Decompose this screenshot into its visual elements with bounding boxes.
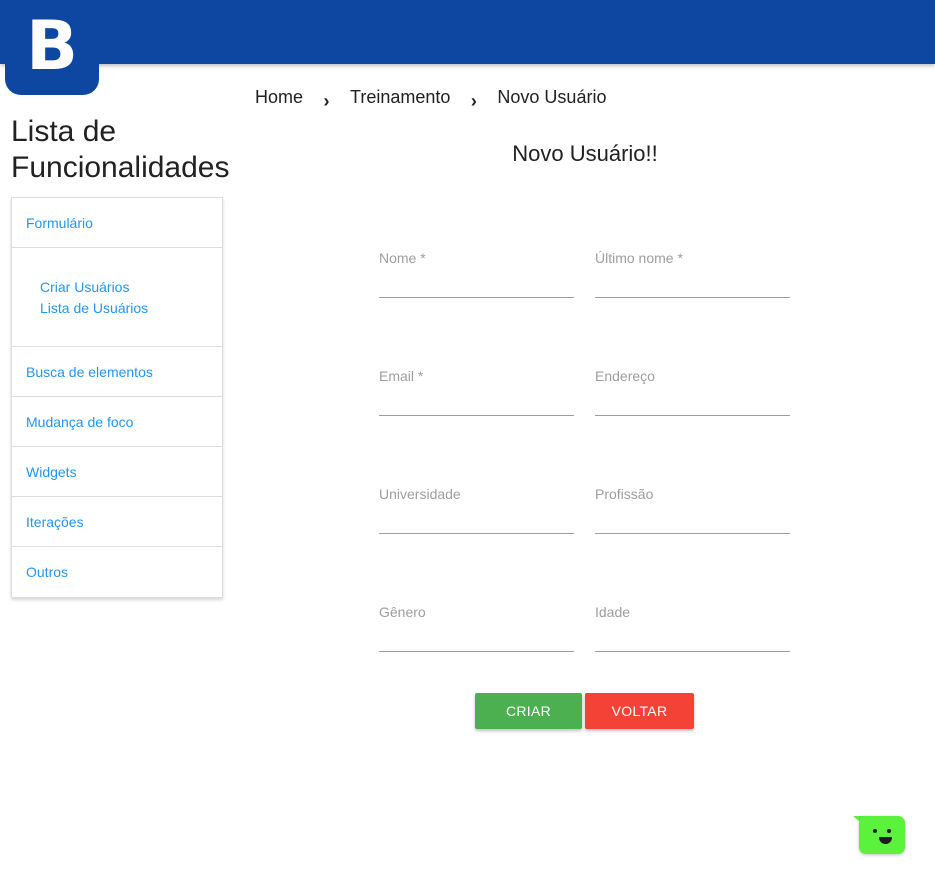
sidebar-item-mudanca-foco[interactable]: Mudança de foco: [12, 397, 222, 447]
first-name-field: Nome *: [379, 250, 574, 298]
profession-label: Profissão: [595, 486, 654, 502]
age-input[interactable]: [595, 624, 790, 652]
chat-mouth: [879, 837, 892, 844]
university-label: Universidade: [379, 486, 461, 502]
sidebar-title: Lista de Funcionalidades: [11, 115, 230, 184]
formulario-submenu: Criar Usuários Lista de Usuários: [12, 248, 222, 347]
sidebar-item-widgets[interactable]: Widgets: [12, 447, 222, 497]
sidebar-item-formulario[interactable]: Formulário: [12, 198, 222, 248]
top-navbar: [0, 0, 935, 64]
link-lista-usuarios[interactable]: Lista de Usuários: [40, 298, 222, 319]
address-field: Endereço: [595, 368, 790, 416]
address-input[interactable]: [595, 388, 790, 416]
form-title: Novo Usuário!!: [512, 141, 658, 166]
breadcrumb-novo-usuario[interactable]: Novo Usuário: [497, 87, 606, 108]
university-field: Universidade: [379, 486, 574, 534]
email-input[interactable]: [379, 388, 574, 416]
breadcrumb: Home › Treinamento › Novo Usuário: [255, 87, 606, 111]
create-button[interactable]: Criar: [475, 693, 582, 729]
chat-bot-icon[interactable]: [853, 816, 905, 854]
breadcrumb-home[interactable]: Home: [255, 87, 303, 108]
university-input[interactable]: [379, 506, 574, 534]
chevron-right-icon: ›: [323, 91, 330, 111]
chat-eye-right: [887, 829, 891, 833]
sidebar-item-iteracoes[interactable]: Iterações: [12, 497, 222, 547]
back-button[interactable]: Voltar: [585, 693, 694, 729]
address-label: Endereço: [595, 368, 655, 384]
first-name-label: Nome *: [379, 250, 426, 266]
breadcrumb-treinamento[interactable]: Treinamento: [350, 87, 450, 108]
sidebar-menu: Formulário Criar Usuários Lista de Usuár…: [11, 197, 223, 598]
gender-label: Gênero: [379, 604, 426, 620]
sidebar-item-outros[interactable]: Outros: [12, 547, 222, 597]
last-name-input[interactable]: [595, 270, 790, 298]
first-name-input[interactable]: [379, 270, 574, 298]
profession-input[interactable]: [595, 506, 790, 534]
email-label: Email *: [379, 368, 424, 384]
email-field: Email *: [379, 368, 574, 416]
last-name-label: Último nome *: [595, 250, 683, 266]
last-name-field: Último nome *: [595, 250, 790, 298]
chat-bubble: [859, 816, 905, 854]
chat-eye-left: [873, 829, 877, 833]
age-field: Idade: [595, 604, 790, 652]
gender-input[interactable]: [379, 624, 574, 652]
gender-field: Gênero: [379, 604, 574, 652]
link-criar-usuarios[interactable]: Criar Usuários: [40, 277, 222, 298]
profession-field: Profissão: [595, 486, 790, 534]
age-label: Idade: [595, 604, 631, 620]
sidebar-item-busca-elementos[interactable]: Busca de elementos: [12, 347, 222, 397]
logo-b-icon: B: [26, 7, 78, 86]
logo[interactable]: B: [5, 1, 99, 95]
chevron-right-icon: ›: [470, 91, 477, 111]
